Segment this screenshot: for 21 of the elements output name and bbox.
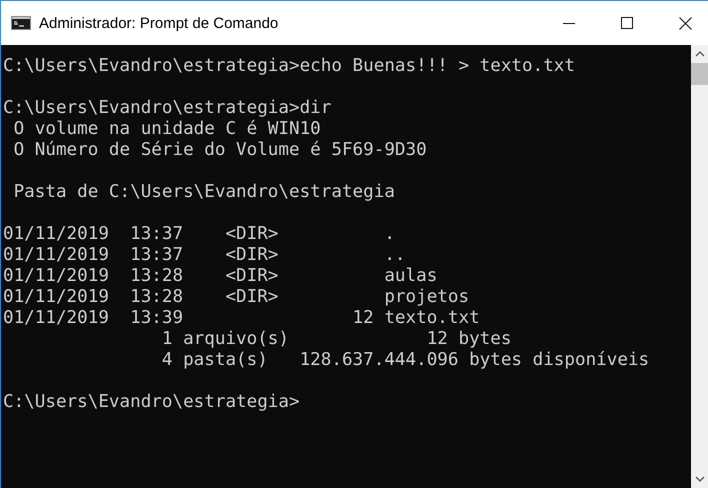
console-line: C:\Users\Evandro\estrategia>dir (3, 98, 332, 119)
console-line: 01/11/2019 13:37 <DIR> .. (3, 245, 407, 266)
scrollbar[interactable] (691, 45, 708, 488)
console-line: 01/11/2019 13:28 <DIR> aulas (3, 266, 438, 287)
scroll-up-icon[interactable] (694, 51, 704, 57)
terminal-icon (11, 16, 31, 30)
close-icon (678, 16, 692, 30)
console-line: C:\Users\Evandro\estrategia> (3, 392, 301, 413)
console-line: 01/11/2019 13:28 <DIR> projetos (3, 287, 470, 308)
console-line: 01/11/2019 13:37 <DIR> . (3, 224, 396, 245)
console-line: Pasta de C:\Users\Evandro\estrategia (12, 182, 396, 203)
console-line: 1 arquivo(s) 12 bytes (160, 329, 512, 350)
maximize-icon (621, 17, 633, 29)
scroll-thumb[interactable] (691, 63, 708, 85)
console-line: O volume na unidade C é WIN10 (12, 119, 322, 140)
scroll-down-icon[interactable] (694, 476, 704, 482)
console-line: 01/11/2019 13:39 12 texto.txt (3, 308, 481, 329)
console-line: 4 pasta(s) 128.637.444.096 bytes disponíveis (160, 350, 650, 371)
console-line: C:\Users\Evandro\estrategia>echo Buenas!!! > texto.txt (3, 56, 576, 77)
window-title: Administrador: Prompt de Comando (39, 14, 278, 32)
console-line: O Número de Série do Volume é 5F69-9D30 (12, 140, 428, 161)
